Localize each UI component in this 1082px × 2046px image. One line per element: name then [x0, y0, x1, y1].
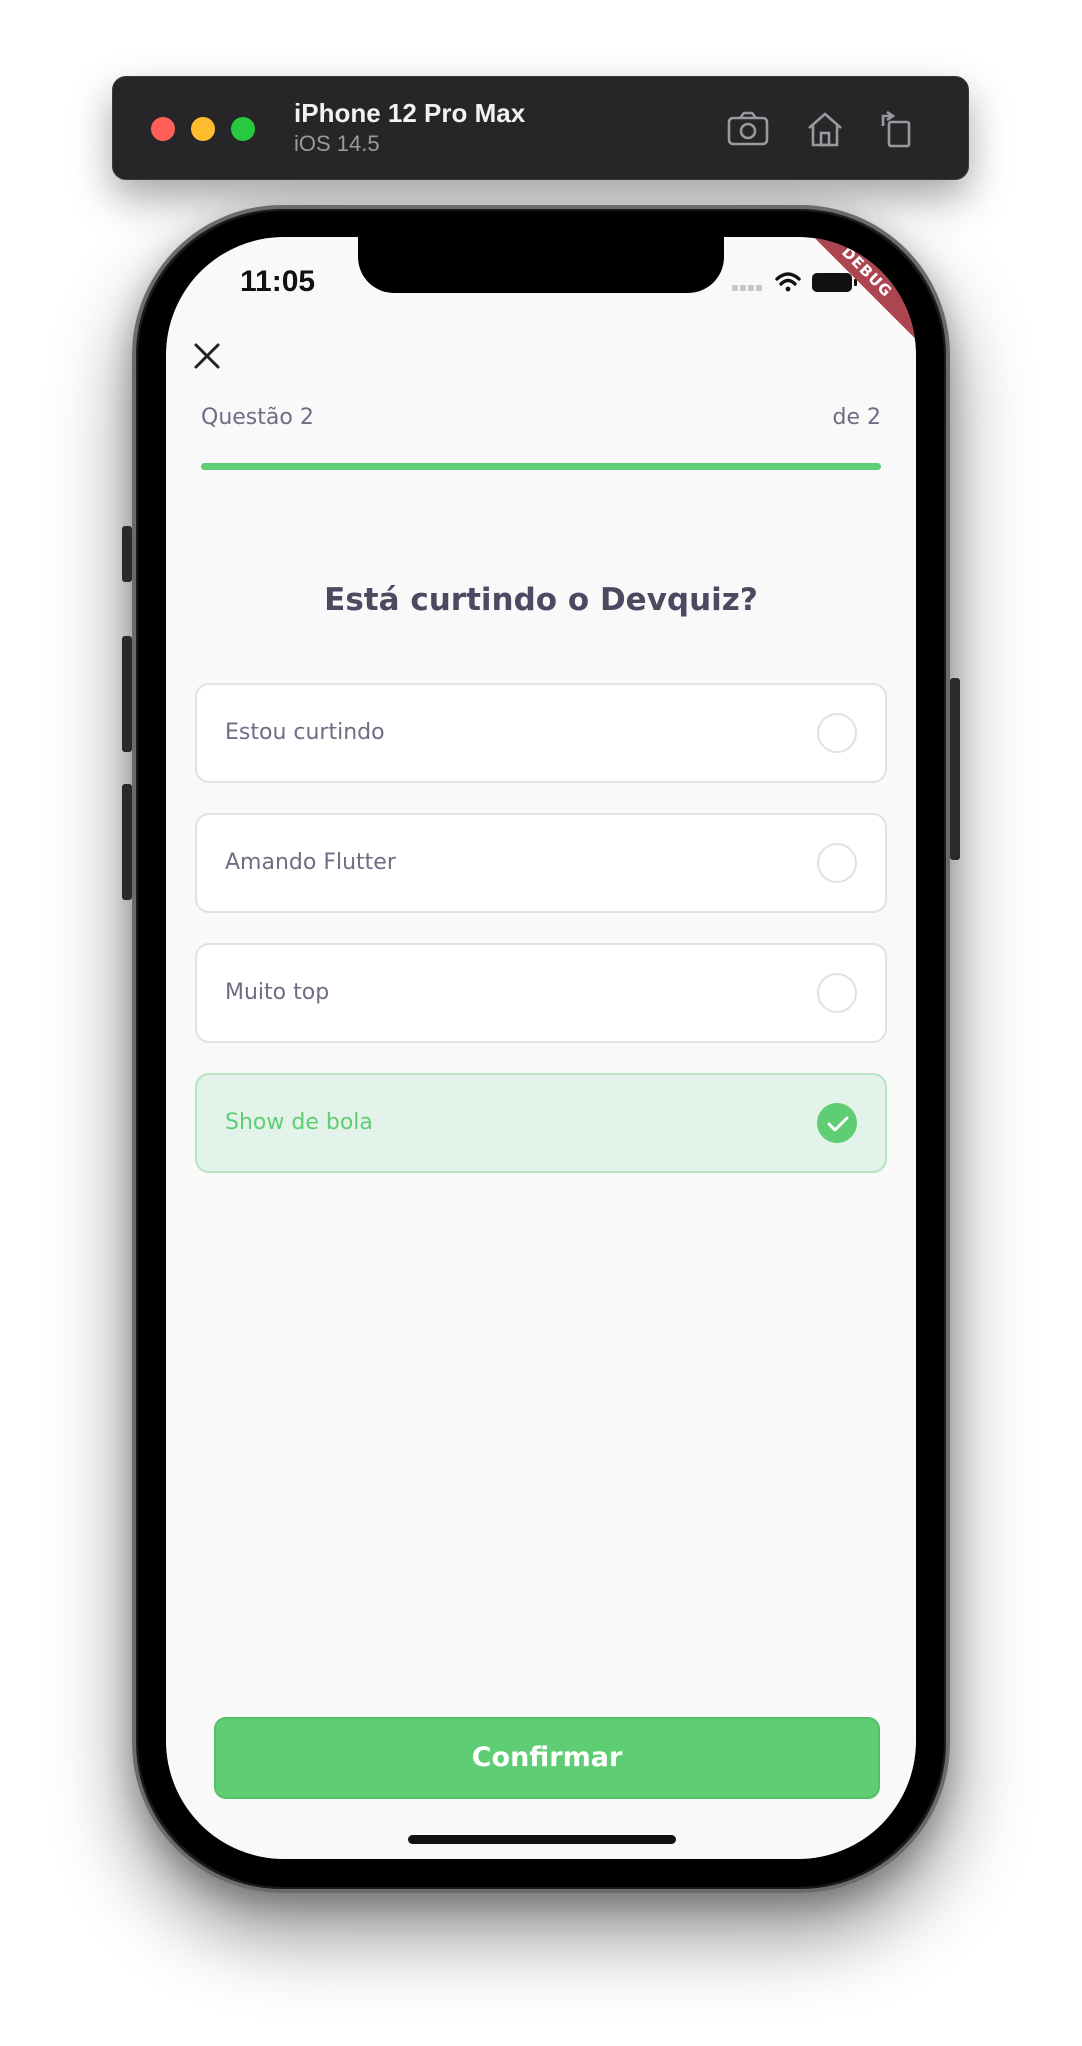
answer-label: Amando Flutter	[225, 850, 396, 875]
answer-label: Estou curtindo	[225, 720, 385, 745]
volume-up-button	[122, 636, 132, 752]
check-icon	[817, 1103, 857, 1143]
radio-unchecked-icon	[817, 973, 857, 1013]
answer-list: Estou curtindo Amando Flutter Muito top …	[195, 683, 887, 1203]
progress-fill	[201, 463, 881, 470]
question-title: Está curtindo o Devquiz?	[324, 582, 758, 618]
radio-unchecked-icon	[817, 843, 857, 883]
question-number: Questão 2	[201, 405, 314, 430]
os-version: iOS 14.5	[294, 131, 380, 156]
cellular-signal-icon	[732, 285, 762, 291]
confirm-button[interactable]: Confirmar	[214, 1717, 880, 1799]
rotate-icon[interactable]	[873, 106, 919, 152]
question-total: de 2	[832, 405, 882, 430]
battery-icon	[812, 273, 857, 292]
answer-option[interactable]: Muito top	[195, 943, 887, 1043]
progress-bar	[201, 463, 881, 470]
screenshot-icon[interactable]	[725, 106, 771, 152]
home-indicator	[408, 1835, 676, 1844]
device-name: iPhone 12 Pro Max	[294, 98, 526, 128]
close-icon[interactable]	[192, 341, 222, 371]
power-button	[950, 678, 960, 860]
close-window-button[interactable]	[151, 117, 175, 141]
answer-label: Muito top	[225, 980, 330, 1005]
radio-unchecked-icon	[817, 713, 857, 753]
volume-down-button	[122, 784, 132, 900]
wifi-icon	[775, 272, 801, 292]
app-screen: 11:05 DEBUG Questão 2 de 2 Está curtindo…	[166, 237, 916, 1859]
notch	[358, 237, 724, 293]
answer-option[interactable]: Estou curtindo	[195, 683, 887, 783]
minimize-window-button[interactable]	[191, 117, 215, 141]
answer-label: Show de bola	[225, 1110, 373, 1135]
zoom-window-button[interactable]	[231, 117, 255, 141]
answer-option[interactable]: Amando Flutter	[195, 813, 887, 913]
home-icon[interactable]	[802, 106, 848, 152]
status-time: 11:05	[240, 265, 316, 298]
answer-option-selected[interactable]: Show de bola	[195, 1073, 887, 1173]
mute-switch	[122, 526, 132, 582]
